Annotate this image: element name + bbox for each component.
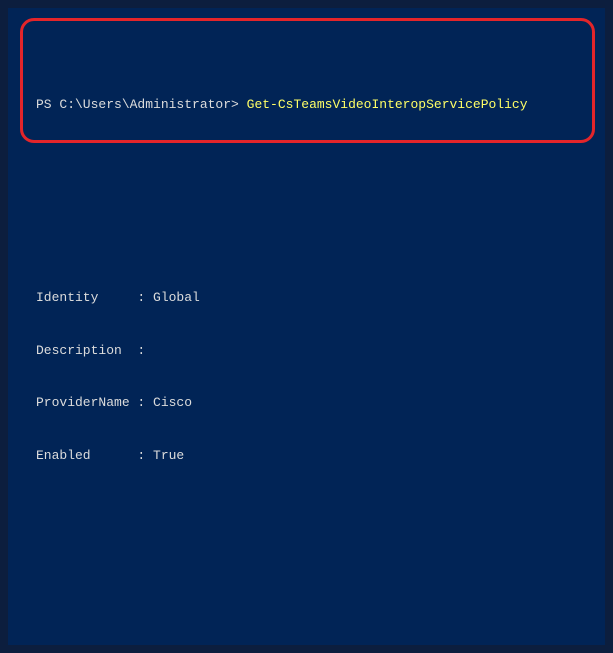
- prompt-prefix: PS: [36, 97, 59, 112]
- sep: :: [130, 394, 153, 412]
- sep: :: [130, 289, 153, 307]
- val-providername: Cisco: [153, 394, 192, 412]
- row-enabled: Enabled : True: [36, 447, 587, 465]
- powershell-terminal[interactable]: PS C:\Users\Administrator> Get-CsTeamsVi…: [8, 8, 605, 645]
- row-description: Description :: [36, 342, 587, 360]
- prompt-path: C:\Users\Administrator: [59, 97, 231, 112]
- record-0: Identity : Global Description : Provider…: [36, 254, 587, 500]
- label-providername: ProviderName: [36, 394, 130, 412]
- val-enabled: True: [153, 447, 184, 465]
- row-identity: Identity : Global: [36, 289, 587, 307]
- sep: :: [130, 342, 153, 360]
- command-text: Get-CsTeamsVideoInteropServicePolicy: [247, 97, 528, 112]
- blank-lines: [36, 166, 587, 201]
- sep: :: [130, 447, 153, 465]
- label-enabled: Enabled: [36, 447, 130, 465]
- prompt-gt: >: [231, 97, 247, 112]
- prompt-line-1: PS C:\Users\Administrator> Get-CsTeamsVi…: [36, 96, 587, 114]
- highlight-callout: [20, 18, 595, 143]
- label-description: Description: [36, 342, 130, 360]
- record-1: Identity : Tag:ServiceProviderDisabled D…: [36, 623, 587, 645]
- blank-line: [36, 552, 587, 570]
- row-providername: ProviderName : Cisco: [36, 394, 587, 412]
- val-identity: Global: [153, 289, 200, 307]
- label-identity: Identity: [36, 289, 130, 307]
